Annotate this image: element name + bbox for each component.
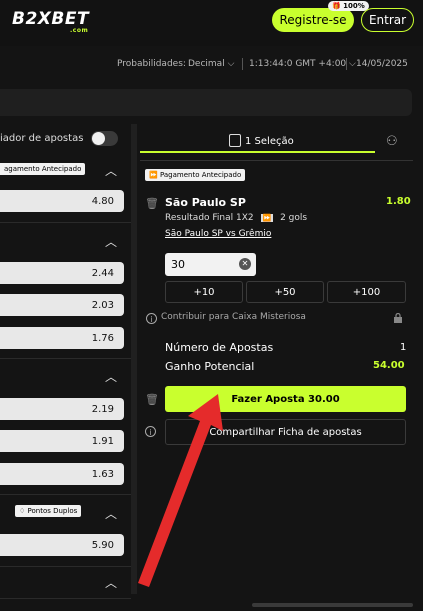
annotation-arrow	[138, 394, 223, 587]
horizontal-scrollbar[interactable]	[252, 603, 413, 607]
